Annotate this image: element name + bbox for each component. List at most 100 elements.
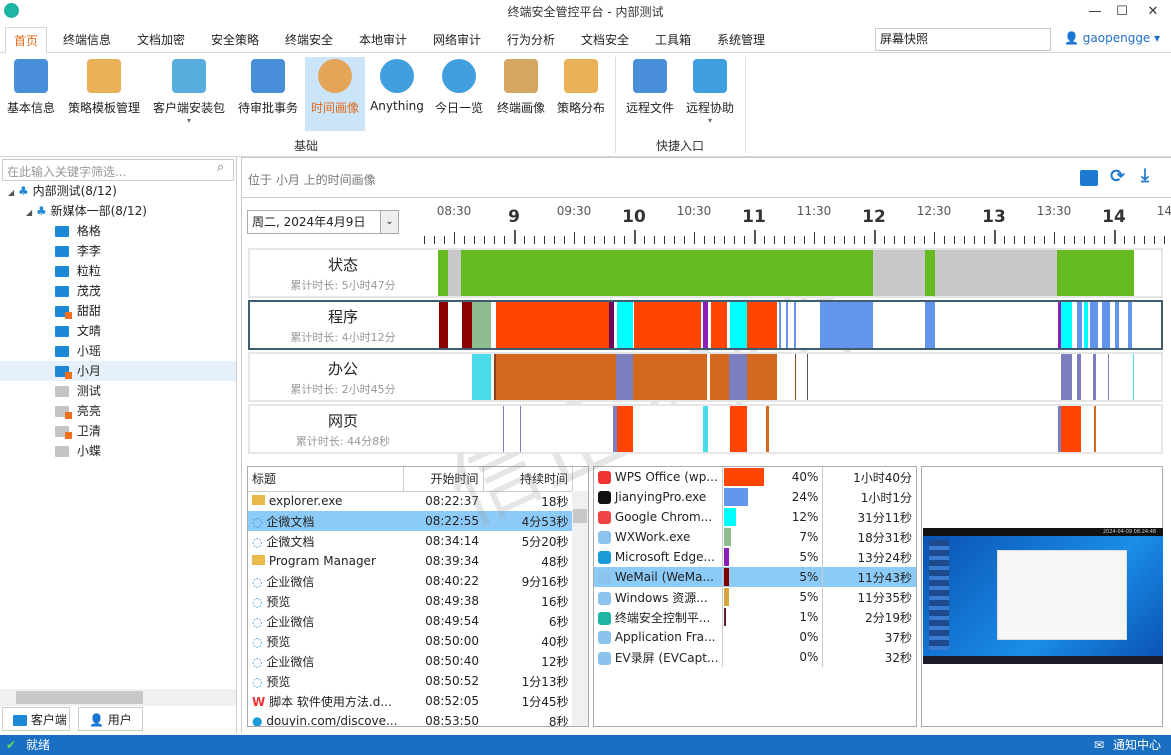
- timeline-row[interactable]: 状态 累计时长: 5小时47分: [248, 248, 1163, 298]
- tab-6[interactable]: 网络审计: [425, 27, 489, 53]
- timeline-segment[interactable]: [747, 354, 777, 400]
- tab-9[interactable]: 工具箱: [647, 27, 699, 53]
- column-layout-icon[interactable]: [1080, 170, 1098, 186]
- app-row[interactable]: EV录屏 (EVCapt... 0% 32秒: [594, 647, 916, 667]
- app-row[interactable]: JianyingPro.exe 24% 1小时1分: [594, 487, 916, 507]
- timeline-segment[interactable]: [786, 302, 788, 348]
- tree-node-dept[interactable]: ◢ ♣ 新媒体一部(8/12): [0, 201, 236, 221]
- date-picker[interactable]: 周二, 2024年4月9日 ⌄: [247, 210, 399, 234]
- ribbon-button-7[interactable]: 终端画像: [491, 57, 551, 131]
- search-icon[interactable]: ⌕: [217, 160, 224, 175]
- tree-node-terminal[interactable]: 粒粒: [0, 261, 236, 281]
- timeline-segment[interactable]: [1094, 406, 1096, 452]
- tab-4[interactable]: 终端安全: [277, 27, 341, 53]
- tab-8[interactable]: 文档安全: [573, 27, 637, 53]
- app-row[interactable]: Application Fra... 0% 37秒: [594, 627, 916, 647]
- app-row[interactable]: WXWork.exe 7% 18分31秒: [594, 527, 916, 547]
- search-input[interactable]: 屏幕快照: [875, 28, 1051, 51]
- timeline-segment[interactable]: [462, 302, 472, 348]
- ribbon-button-1[interactable]: 策略模板管理: [64, 57, 144, 131]
- timeline-segment[interactable]: [472, 354, 491, 400]
- timeline-segment[interactable]: [461, 250, 873, 296]
- table-row[interactable]: W 脚本 软件使用方法.d... 08:52:05 1分45秒: [248, 691, 573, 711]
- horizontal-scrollbar[interactable]: [0, 689, 236, 706]
- ribbon-button-9[interactable]: 远程文件: [620, 57, 680, 131]
- tree-node-terminal[interactable]: 测试: [0, 381, 236, 401]
- filter-input[interactable]: 在此输入关键字筛选...: [2, 159, 234, 181]
- table-row[interactable]: Program Manager 08:39:34 48秒: [248, 551, 573, 571]
- ribbon-button-2[interactable]: 客户端安装包 ▾: [148, 57, 230, 131]
- tab-3[interactable]: 安全策略: [203, 27, 267, 53]
- timeline-segment[interactable]: [1115, 302, 1119, 348]
- tree-node-terminal[interactable]: 亮亮: [0, 401, 236, 421]
- timeline-segment[interactable]: [935, 250, 1057, 296]
- timeline-segment[interactable]: [1077, 354, 1081, 400]
- timeline-segment[interactable]: [703, 406, 708, 452]
- app-row[interactable]: Windows 资源... 5% 11分35秒: [594, 587, 916, 607]
- scroll-thumb[interactable]: [16, 691, 143, 704]
- table-row[interactable]: ● douyin.com/discove... 08:53:50 8秒: [248, 711, 573, 726]
- timeline-track[interactable]: [438, 250, 1161, 296]
- table-row[interactable]: ◌ 企业微信 08:50:40 12秒: [248, 651, 573, 671]
- timeline-segment[interactable]: [1102, 302, 1110, 348]
- table-row[interactable]: ◌ 预览 08:49:38 16秒: [248, 591, 573, 611]
- timeline-segment[interactable]: [766, 406, 769, 452]
- tab-5[interactable]: 本地审计: [351, 27, 415, 53]
- timeline-segment[interactable]: [1128, 302, 1132, 348]
- scroll-thumb[interactable]: [573, 509, 587, 523]
- timeline-segment[interactable]: [1133, 354, 1134, 400]
- timeline-segment[interactable]: [520, 406, 521, 452]
- timeline-segment[interactable]: [873, 250, 925, 296]
- timeline-segment[interactable]: [794, 302, 796, 348]
- timeline-segment[interactable]: [1108, 354, 1109, 400]
- minimize-button[interactable]: —: [1080, 2, 1110, 22]
- timeline-segment[interactable]: [1061, 354, 1072, 400]
- ribbon-button-8[interactable]: 策略分布: [552, 57, 610, 131]
- timeline-segment[interactable]: [795, 354, 796, 400]
- tree-node-terminal[interactable]: 甜甜: [0, 301, 236, 321]
- tab-0[interactable]: 首页: [5, 27, 48, 54]
- timeline-segment[interactable]: [925, 302, 935, 348]
- timeline-segment[interactable]: [1057, 250, 1134, 296]
- app-row[interactable]: WeMail (WeMa... 5% 11分43秒: [594, 567, 916, 587]
- ribbon-button-6[interactable]: 今日一览: [429, 57, 489, 131]
- tab-2[interactable]: 文档加密: [129, 27, 193, 53]
- app-row[interactable]: Microsoft Edge... 5% 13分24秒: [594, 547, 916, 567]
- tree-node-terminal[interactable]: 卫清: [0, 421, 236, 441]
- timeline-segment[interactable]: [1093, 354, 1096, 400]
- table-row[interactable]: ◌ 预览 08:50:00 40秒: [248, 631, 573, 651]
- chevron-down-icon[interactable]: ⌄: [380, 211, 398, 233]
- timeline-segment[interactable]: [617, 406, 633, 452]
- timeline-segment[interactable]: [1061, 302, 1072, 348]
- timeline-segment[interactable]: [820, 302, 873, 348]
- tab-1[interactable]: 终端信息: [55, 27, 119, 53]
- table-row[interactable]: ◌ 企微文档 08:34:14 5分20秒: [248, 531, 573, 551]
- tab-7[interactable]: 行为分析: [499, 27, 563, 53]
- maximize-button[interactable]: ☐: [1107, 2, 1137, 22]
- timeline-segment[interactable]: [925, 250, 935, 296]
- timeline-track[interactable]: [438, 406, 1161, 452]
- timeline-segment[interactable]: [439, 302, 448, 348]
- timeline-segment[interactable]: [448, 250, 461, 296]
- timeline-segment[interactable]: [729, 354, 747, 400]
- table-row[interactable]: explorer.exe 08:22:37 18秒: [248, 491, 573, 511]
- timeline-segment[interactable]: [779, 302, 781, 348]
- tab-users[interactable]: 👤 用户: [78, 707, 143, 731]
- close-button[interactable]: ✕: [1138, 2, 1168, 22]
- column-title[interactable]: 标题: [248, 467, 404, 492]
- timeline-segment[interactable]: [609, 302, 614, 348]
- tree-node-terminal[interactable]: 小瑶: [0, 341, 236, 361]
- timeline-segment[interactable]: [617, 302, 633, 348]
- ribbon-button-0[interactable]: 基本信息: [0, 57, 62, 131]
- timeline-segment[interactable]: [634, 302, 701, 348]
- app-row[interactable]: WPS Office (wp... 40% 1小时40分: [594, 467, 916, 487]
- timeline-track[interactable]: [438, 354, 1161, 400]
- timeline-segment[interactable]: [503, 406, 504, 452]
- tree-node-terminal[interactable]: 李李: [0, 241, 236, 261]
- tree-node-root[interactable]: ◢ ♣ 内部测试(8/12): [0, 181, 236, 201]
- timeline-segment[interactable]: [616, 354, 633, 400]
- table-row[interactable]: ◌ 企业微信 08:49:54 6秒: [248, 611, 573, 631]
- expand-icon[interactable]: ◢: [8, 188, 14, 197]
- timeline-segment[interactable]: [438, 250, 448, 296]
- ribbon-button-10[interactable]: 远程协助 ▾: [682, 57, 738, 131]
